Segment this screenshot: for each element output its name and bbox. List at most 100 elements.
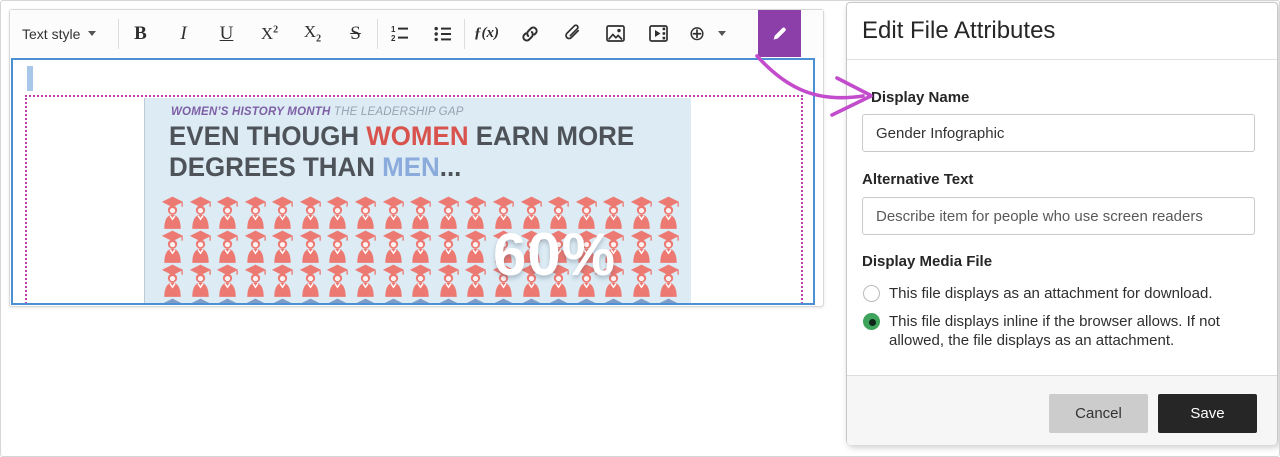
radio-button-icon[interactable] <box>863 313 880 330</box>
graduate-figure-icon <box>628 230 655 263</box>
graduate-figure-icon <box>600 298 627 305</box>
graduate-figure-icon <box>214 298 241 305</box>
graduate-figure-row <box>159 298 683 305</box>
graduate-figure-icon <box>187 264 214 297</box>
edit-file-attributes-panel: Edit File Attributes Display Name Altern… <box>846 2 1278 444</box>
save-button[interactable]: Save <box>1158 394 1257 433</box>
graduate-figure-icon <box>297 298 324 305</box>
insert-content-button[interactable]: ⊕ <box>680 10 714 57</box>
bullet-list-icon <box>434 26 452 42</box>
graduate-figure-icon <box>187 298 214 305</box>
panel-title: Edit File Attributes <box>862 17 1055 45</box>
insert-content-menu-button[interactable] <box>714 10 730 57</box>
graduate-figure-icon <box>159 298 186 305</box>
alternative-text-input[interactable] <box>862 197 1255 235</box>
underline-icon: U <box>220 23 234 45</box>
graduate-figure-icon <box>214 264 241 297</box>
image-button[interactable] <box>594 10 637 57</box>
graduate-figure-icon <box>352 264 379 297</box>
formula-button[interactable]: ƒ(x) <box>465 10 508 57</box>
superscript-icon: X2 <box>261 24 278 44</box>
graduate-figure-icon <box>324 264 351 297</box>
video-button[interactable] <box>637 10 680 57</box>
graduate-figure-icon <box>462 230 489 263</box>
graduate-figure-icon <box>324 230 351 263</box>
display-name-label: Display Name <box>871 89 969 106</box>
attachment-button[interactable] <box>551 10 594 57</box>
display-media-option-2[interactable]: This file displays inline if the browser… <box>863 312 1258 350</box>
link-button[interactable] <box>508 10 551 57</box>
graduate-figure-icon <box>242 230 269 263</box>
text-cursor <box>27 66 33 91</box>
chevron-down-icon <box>88 31 96 36</box>
graduate-figure-icon <box>214 230 241 263</box>
graduate-figure-icon <box>297 264 324 297</box>
display-name-input[interactable] <box>862 114 1255 152</box>
italic-button[interactable]: I <box>162 10 205 57</box>
text-style-dropdown[interactable]: Text style <box>10 26 118 42</box>
radio-button-icon[interactable] <box>863 285 880 302</box>
graduate-figure-icon <box>490 298 517 305</box>
subscript-button[interactable]: X2 <box>291 10 334 57</box>
graduate-figure-icon <box>187 196 214 229</box>
numbered-list-button[interactable]: 1 2 <box>378 10 421 57</box>
superscript-button[interactable]: X2 <box>248 10 291 57</box>
chevron-down-icon <box>718 31 726 36</box>
edit-file-attributes-button[interactable] <box>758 10 801 57</box>
graduate-figure-icon <box>628 264 655 297</box>
graduate-figure-icon <box>297 196 324 229</box>
graduate-figure-icon <box>352 298 379 305</box>
text-style-label: Text style <box>22 26 80 42</box>
infographic-image[interactable]: WOMEN’S HISTORY MONTH THE LEADERSHIP GAP… <box>144 98 691 305</box>
graduate-figure-icon <box>187 230 214 263</box>
graduate-figure-icon <box>297 230 324 263</box>
editor-content-area[interactable]: WOMEN’S HISTORY MONTH THE LEADERSHIP GAP… <box>11 58 815 305</box>
graduate-figure-icon <box>380 298 407 305</box>
rich-text-editor: Text style B I U X2 X2 S 1 2 <box>9 9 824 307</box>
graduate-figure-icon <box>407 230 434 263</box>
graduate-figure-icon <box>380 264 407 297</box>
infographic-headline: EVEN THOUGH WOMEN EARN MORE DEGREES THAN… <box>169 121 649 183</box>
strikethrough-icon: S <box>350 23 361 45</box>
graduate-figure-icon <box>462 298 489 305</box>
graduate-figure-icon <box>545 298 572 305</box>
stat-value: 60% <box>493 220 616 289</box>
graduate-figure-icon <box>269 230 296 263</box>
graduate-figure-icon <box>269 264 296 297</box>
graduate-figure-icon <box>435 196 462 229</box>
bold-button[interactable]: B <box>119 10 162 57</box>
graduate-figure-icon <box>352 230 379 263</box>
graduate-figure-icon <box>242 264 269 297</box>
svg-text:1: 1 <box>391 25 396 34</box>
display-media-radio-group: This file displays as an attachment for … <box>863 284 1258 359</box>
cancel-button[interactable]: Cancel <box>1049 394 1148 433</box>
graduate-figure-icon <box>435 264 462 297</box>
editor-toolbar: Text style B I U X2 X2 S 1 2 <box>10 10 823 57</box>
graduate-figure-icon <box>324 196 351 229</box>
graduate-figure-icon <box>269 298 296 305</box>
graduate-figure-icon <box>518 298 545 305</box>
graduate-figure-icon <box>407 298 434 305</box>
graduate-figure-icon <box>269 196 296 229</box>
strikethrough-button[interactable]: S <box>334 10 377 57</box>
bold-icon: B <box>134 23 147 45</box>
paperclip-icon <box>563 24 582 43</box>
divider <box>847 59 1277 60</box>
bullet-list-button[interactable] <box>421 10 464 57</box>
alternative-text-label: Alternative Text <box>862 171 973 188</box>
underline-button[interactable]: U <box>205 10 248 57</box>
graduate-figure-icon <box>159 264 186 297</box>
graduate-figure-icon <box>655 264 682 297</box>
link-icon <box>521 25 539 43</box>
graduate-figure-icon <box>352 196 379 229</box>
svg-text:2: 2 <box>391 34 396 42</box>
display-media-option-1[interactable]: This file displays as an attachment for … <box>863 284 1258 303</box>
screenshot-root: Text style B I U X2 X2 S 1 2 <box>0 0 1280 457</box>
graduate-figure-icon <box>573 298 600 305</box>
graduate-figure-icon <box>380 196 407 229</box>
formula-icon: ƒ(x) <box>474 25 499 42</box>
image-icon <box>606 25 625 42</box>
graduate-figure-icon <box>242 298 269 305</box>
graduate-figure-icon <box>380 230 407 263</box>
graduate-figure-icon <box>462 264 489 297</box>
